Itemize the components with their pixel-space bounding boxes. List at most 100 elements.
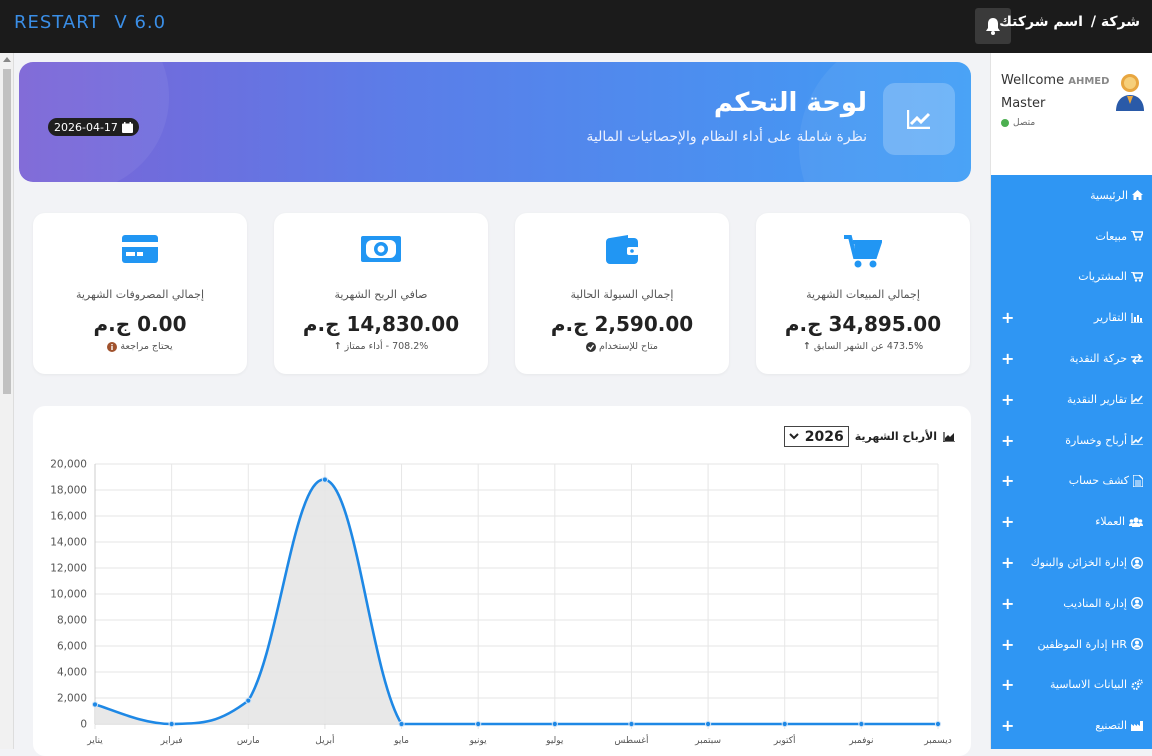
page-scrollbar[interactable] xyxy=(0,53,14,749)
users-icon xyxy=(1129,517,1143,527)
expand-plus-icon[interactable]: + xyxy=(1001,390,1014,409)
y-tick-label: 8,000 xyxy=(57,615,87,627)
x-tick-label: يناير xyxy=(86,736,103,746)
y-tick-label: 18,000 xyxy=(50,485,87,497)
sidebar-item-cash-movement[interactable]: + حركة النقدية xyxy=(991,338,1152,379)
data-point xyxy=(551,720,558,728)
data-point xyxy=(91,701,99,708)
y-tick-label: 0 xyxy=(80,719,87,731)
cart-plus-icon xyxy=(1131,271,1143,282)
arrow-up-icon: ↑ xyxy=(333,341,342,352)
x-tick-label: يوليو xyxy=(545,736,564,746)
bar-chart-icon xyxy=(1131,312,1143,323)
expand-plus-icon[interactable]: + xyxy=(1001,349,1014,368)
sidebar-item-label: العملاء xyxy=(1095,515,1125,529)
expand-plus-icon[interactable]: + xyxy=(1001,471,1014,490)
stat-value: 34,895.00 ج.م xyxy=(784,312,942,336)
sidebar-item-home[interactable]: الرئيسية xyxy=(991,175,1152,216)
stat-note-text: 708.2% - أداء ممتاز xyxy=(344,341,429,352)
sidebar-item-label: الرئيسية xyxy=(1090,188,1128,202)
industry-icon xyxy=(1131,720,1143,731)
stat-value: 2,590.00 ج.م xyxy=(550,312,694,336)
data-point xyxy=(628,720,635,728)
info-circle-icon xyxy=(107,341,118,352)
expand-plus-icon[interactable]: + xyxy=(1001,512,1014,531)
scrollbar-thumb[interactable] xyxy=(3,69,11,394)
stat-note-text: متاح للإستخدام xyxy=(598,341,659,352)
company-title: شركة / اسم شركتك xyxy=(999,14,1140,30)
calendar-icon xyxy=(121,121,133,133)
expand-plus-icon[interactable]: + xyxy=(1001,594,1014,613)
sidebar-item-label: مبيعات xyxy=(1095,229,1127,243)
sidebar-item-label: حركة النقدية xyxy=(1069,352,1127,366)
brand-name: RESTART xyxy=(14,12,101,33)
stat-label: إجمالي المصروفات الشهرية xyxy=(75,288,205,301)
money-icon xyxy=(361,236,401,262)
data-point xyxy=(475,720,482,728)
check-circle-icon xyxy=(585,341,596,352)
sidebar-item-label: إدارة المناديب xyxy=(1063,596,1127,610)
sidebar-item-label: أرباح وخسارة xyxy=(1065,433,1127,447)
avatar[interactable] xyxy=(1113,71,1147,113)
sidebar-item-cash-reports[interactable]: + تقارير النقدية xyxy=(991,379,1152,420)
data-point xyxy=(245,697,252,704)
sidebar: Wellcome AHMED Master متصل الرئيسية مبيع… xyxy=(990,53,1152,749)
arrow-up-icon: ↑ xyxy=(802,341,811,352)
wallet-icon xyxy=(606,235,639,264)
brand-logo[interactable]: RESTART V 6.0 xyxy=(14,12,166,33)
y-tick-label: 6,000 xyxy=(57,641,87,653)
stat-card-expenses: إجمالي المصروفات الشهرية 0.00 ج.م يحتاج … xyxy=(33,213,247,374)
x-tick-label: أبريل xyxy=(315,734,334,746)
sidebar-item-label: تقارير النقدية xyxy=(1067,392,1127,406)
sidebar-item-account-statement[interactable]: + كشف حساب xyxy=(991,461,1152,502)
scroll-up-arrow-icon[interactable] xyxy=(3,57,11,62)
sidebar-item-reps[interactable]: + إدارة المناديب xyxy=(991,583,1152,624)
sidebar-nav: الرئيسية مبيعات المشتريات + التقارير + حرك… xyxy=(991,175,1152,749)
status-label: متصل xyxy=(1013,118,1036,128)
exchange-icon xyxy=(1131,353,1143,364)
sidebar-item-label: HR إدارة الموظفين xyxy=(1037,637,1127,651)
online-dot-icon xyxy=(1001,119,1009,127)
sidebar-item-treasuries-banks[interactable]: + إدارة الخزائن والبنوك xyxy=(991,542,1152,583)
data-point xyxy=(934,720,942,728)
data-point xyxy=(704,720,712,728)
user-status: متصل xyxy=(1001,118,1035,128)
expand-plus-icon[interactable]: + xyxy=(1001,716,1014,735)
data-point xyxy=(168,720,175,728)
page-subtitle: نظرة شاملة على أداء النظام والإحصائيات ا… xyxy=(586,129,867,145)
stat-card-net-profit: صافي الربح الشهرية 14,830.00 ج.م 708.2% … xyxy=(274,213,488,374)
current-date: 2026-04-17 xyxy=(54,120,118,134)
sidebar-item-basic-data[interactable]: + البيانات الاساسية xyxy=(991,665,1152,706)
stat-note-text: يحتاج مراجعة xyxy=(120,341,173,352)
page-title: لوحة التحكم xyxy=(713,88,867,118)
expand-plus-icon[interactable]: + xyxy=(1001,553,1014,572)
company-prefix: شركة / xyxy=(1090,14,1140,30)
expand-plus-icon[interactable]: + xyxy=(1001,635,1014,654)
user-circle-icon xyxy=(1131,556,1143,569)
expand-plus-icon[interactable]: + xyxy=(1001,431,1014,450)
user-panel: Wellcome AHMED Master متصل xyxy=(991,53,1152,153)
y-tick-label: 12,000 xyxy=(50,563,87,575)
sidebar-item-reports[interactable]: + التقارير xyxy=(991,297,1152,338)
sidebar-item-purchases[interactable]: المشتريات xyxy=(991,257,1152,298)
sidebar-item-manufacturing[interactable]: + التصنيع xyxy=(991,705,1152,746)
y-tick-label: 20,000 xyxy=(50,459,87,471)
line-chart-icon xyxy=(907,110,931,129)
cart-icon xyxy=(1131,231,1143,241)
welcome-label: Wellcome xyxy=(1001,73,1065,88)
sidebar-item-hr[interactable]: + HR إدارة الموظفين xyxy=(991,624,1152,665)
data-point xyxy=(858,720,865,728)
sidebar-item-customers[interactable]: + العملاء xyxy=(991,501,1152,542)
x-tick-label: مايو xyxy=(393,736,409,746)
stat-card-monthly-sales: إجمالي المبيعات الشهرية 34,895.00 ج.م 47… xyxy=(756,213,970,374)
sidebar-item-sales[interactable]: مبيعات xyxy=(991,216,1152,257)
stat-label: إجمالي المبيعات الشهرية xyxy=(806,288,920,301)
expand-plus-icon[interactable]: + xyxy=(1001,675,1014,694)
stat-note-text: 473.5% عن الشهر السابق xyxy=(813,341,924,352)
sidebar-item-profit-loss[interactable]: + أرباح وخسارة xyxy=(991,420,1152,461)
x-tick-label: فبراير xyxy=(160,736,183,746)
dashboard-header: لوحة التحكم نظرة شاملة على أداء النظام و… xyxy=(19,62,971,182)
expand-plus-icon[interactable]: + xyxy=(1001,308,1014,327)
shopping-cart-icon xyxy=(844,235,882,268)
user-circle-icon xyxy=(1131,638,1143,651)
